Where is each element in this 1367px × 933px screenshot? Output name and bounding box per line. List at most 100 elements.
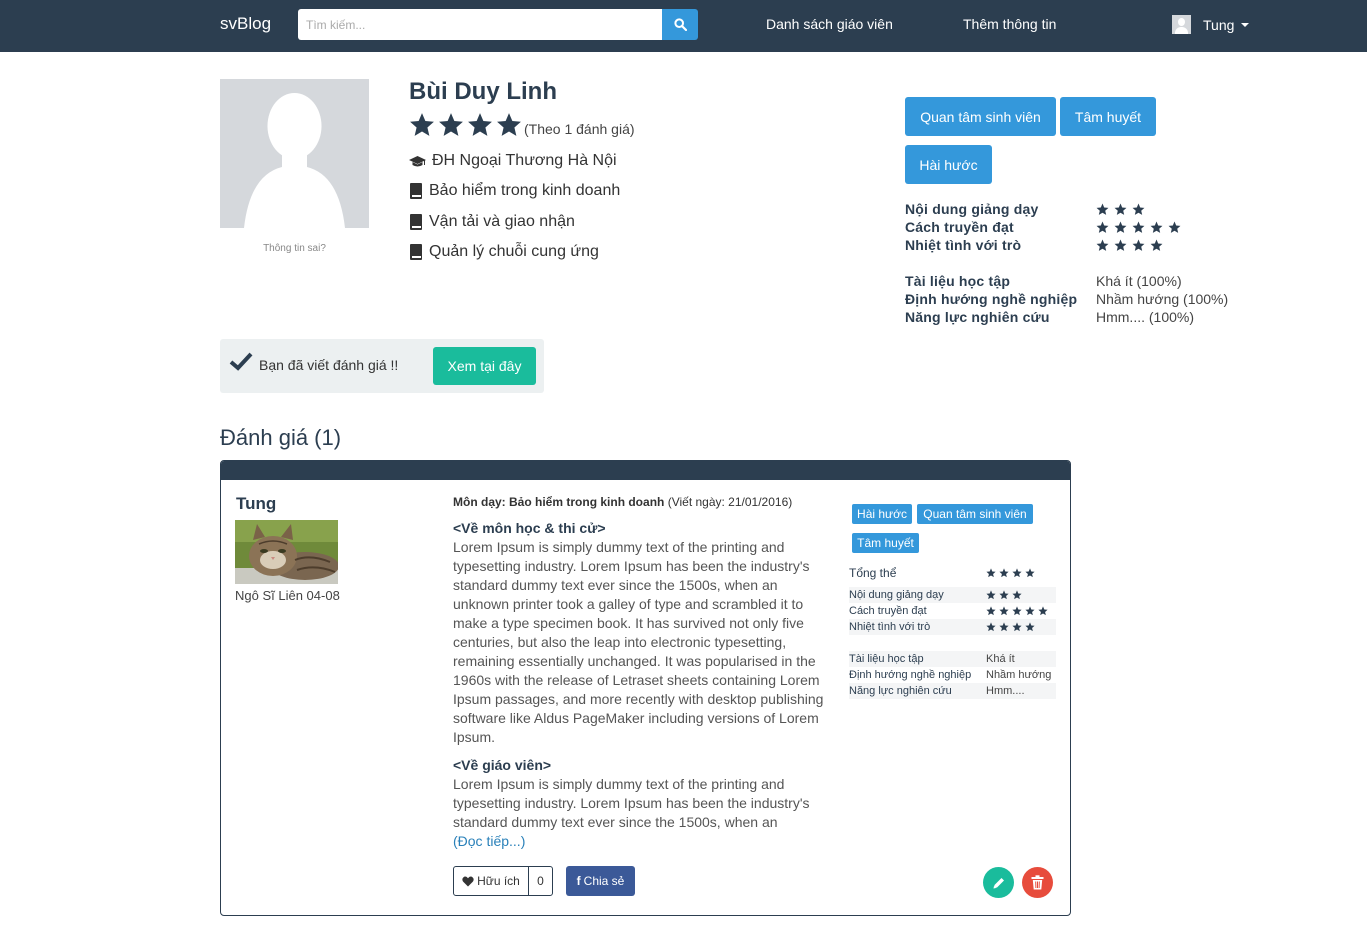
user-menu[interactable]: Tung — [1172, 15, 1250, 34]
delete-review-button[interactable] — [1022, 867, 1053, 898]
criteria-row: Tài liệu học tập Khá ít (100%) — [905, 272, 1228, 290]
brand-logo[interactable]: svBlog — [220, 14, 271, 34]
star-icon — [1168, 221, 1181, 233]
star-icon — [1025, 606, 1035, 616]
useful-label: Hữu ích — [477, 874, 520, 888]
search-input[interactable] — [298, 9, 662, 40]
review-criteria-value: Khá ít — [986, 653, 1015, 665]
star-icon — [497, 113, 521, 136]
useful-button[interactable]: Hữu ích 0 — [453, 866, 553, 896]
star-icon — [1025, 568, 1035, 578]
star-icon — [1025, 622, 1035, 632]
star-icon — [1096, 203, 1109, 215]
star-icon — [986, 590, 996, 600]
review-criteria-stars — [986, 606, 1048, 616]
review-criteria-label: Nhiệt tình với trò — [849, 621, 931, 633]
star-icon — [1012, 622, 1022, 632]
review-criteria-value: Nhầm hướng — [986, 669, 1052, 681]
wrong-info-link[interactable]: Thông tin sai? — [220, 243, 369, 254]
read-more-link[interactable]: (Đọc tiếp...) — [453, 833, 525, 849]
subject-line: Bảo hiểm trong kinh doanh — [409, 182, 620, 200]
review-criteria-row: Tài liệu học tập Khá ít — [849, 651, 1056, 667]
star-icon — [999, 590, 1009, 600]
criteria-row: Nội dung giảng dạy — [905, 200, 1181, 218]
subject-line: Quản lý chuỗi cung ứng — [409, 243, 599, 261]
edit-review-button[interactable] — [983, 867, 1014, 898]
criteria-row: Nhiệt tình với trò — [905, 236, 1181, 254]
share-label: Chia sẻ — [583, 874, 625, 888]
teacher-rating: (Theo 1 đánh giá) — [409, 112, 635, 138]
user-avatar-icon — [1172, 15, 1191, 34]
teacher-avatar — [220, 79, 369, 228]
review-criteria-stars — [986, 622, 1035, 632]
star-icon — [1038, 606, 1048, 616]
criteria-label: Tài liệu học tập — [905, 273, 1011, 289]
criteria-value: Khá ít (100%) — [1096, 273, 1182, 289]
facebook-share-button[interactable]: f Chia sẻ — [566, 866, 635, 896]
criteria-label: Nội dung giảng dạy — [905, 201, 1039, 217]
nav-add-info[interactable]: Thêm thông tin — [963, 16, 1056, 32]
tag-care-students[interactable]: Quan tâm sinh viên — [905, 97, 1056, 136]
review-criteria-label: Cách truyền đạt — [849, 605, 927, 617]
criteria-label: Nhiệt tình với trò — [905, 237, 1022, 253]
review-tag[interactable]: Quan tâm sinh viên — [917, 504, 1033, 524]
review-criteria-row: Năng lực nghiên cứu Hmm.... — [849, 683, 1056, 699]
subject-name: Quản lý chuỗi cung ứng — [429, 243, 599, 260]
star-icon — [999, 568, 1009, 578]
useful-count: 0 — [537, 874, 544, 888]
top-navbar: svBlog Danh sách giáo viên Thêm thông ti… — [0, 0, 1367, 52]
pencil-icon — [993, 877, 1004, 888]
star-icon — [1114, 221, 1127, 233]
review-criteria-stars: Nội dung giảng dạy Cách truyền đạt Nhiệt… — [849, 587, 1056, 635]
star-icon — [999, 622, 1009, 632]
reviewer-name[interactable]: Tung — [236, 494, 276, 514]
star-icon — [1012, 590, 1022, 600]
overall-label: Tổng thể — [849, 566, 897, 580]
criteria-label: Năng lực nghiên cứu — [905, 309, 1050, 325]
star-icon — [999, 606, 1009, 616]
tag-dedicated[interactable]: Tâm huyết — [1060, 97, 1156, 136]
subject-line: Vận tải và giao nhận — [409, 213, 575, 231]
star-icon — [468, 113, 492, 136]
review-tag[interactable]: Hài hước — [852, 504, 912, 524]
star-icon — [439, 113, 463, 136]
review-text-subject: Lorem Ipsum is simply dummy text of the … — [453, 539, 824, 745]
review-criteria-row: Nội dung giảng dạy — [849, 587, 1056, 603]
trash-icon — [1031, 875, 1044, 890]
criteria-text-table: Tài liệu học tập Khá ít (100%) Định hướn… — [905, 272, 1228, 326]
reviewer-avatar — [235, 520, 338, 584]
book-icon — [409, 183, 423, 199]
review-overall: Tổng thể — [849, 565, 1056, 581]
graduation-cap-icon — [409, 155, 426, 168]
tag-funny[interactable]: Hài hước — [905, 145, 992, 184]
review-criteria-label: Định hướng nghề nghiệp — [849, 669, 972, 681]
subject-value: Bảo hiểm trong kinh doanh — [509, 495, 665, 509]
star-icon — [986, 568, 996, 578]
star-icon — [1150, 221, 1163, 233]
star-icon — [1150, 239, 1163, 251]
subject-label: Môn dạy: — [453, 495, 506, 509]
star-icon — [1132, 221, 1145, 233]
review-criteria-value: Hmm.... — [986, 685, 1025, 697]
star-icon — [1012, 568, 1022, 578]
heart-icon — [462, 876, 474, 886]
star-icon — [986, 622, 996, 632]
subject-name: Bảo hiểm trong kinh doanh — [429, 182, 621, 199]
view-review-button[interactable]: Xem tại đây — [433, 347, 536, 385]
book-icon — [409, 244, 423, 260]
review-criteria-row: Định hướng nghề nghiệp Nhầm hướng — [849, 667, 1056, 683]
review-heading-subject: <Về môn học & thi cử> — [453, 520, 606, 536]
star-icon — [1012, 606, 1022, 616]
reviews-title: Đánh giá (1) — [220, 425, 342, 450]
nav-teacher-list[interactable]: Danh sách giáo viên — [766, 16, 893, 32]
review-card-header — [221, 461, 1070, 480]
facebook-icon: f — [576, 874, 581, 888]
criteria-stars — [1096, 239, 1163, 252]
star-icon — [410, 113, 434, 136]
search-button[interactable] — [662, 9, 698, 40]
review-tag[interactable]: Tâm huyết — [852, 533, 919, 553]
review-criteria-row: Nhiệt tình với trò — [849, 619, 1056, 635]
review-criteria-label: Tài liệu học tập — [849, 653, 924, 665]
rating-stars — [409, 112, 522, 138]
search-form — [298, 9, 698, 40]
